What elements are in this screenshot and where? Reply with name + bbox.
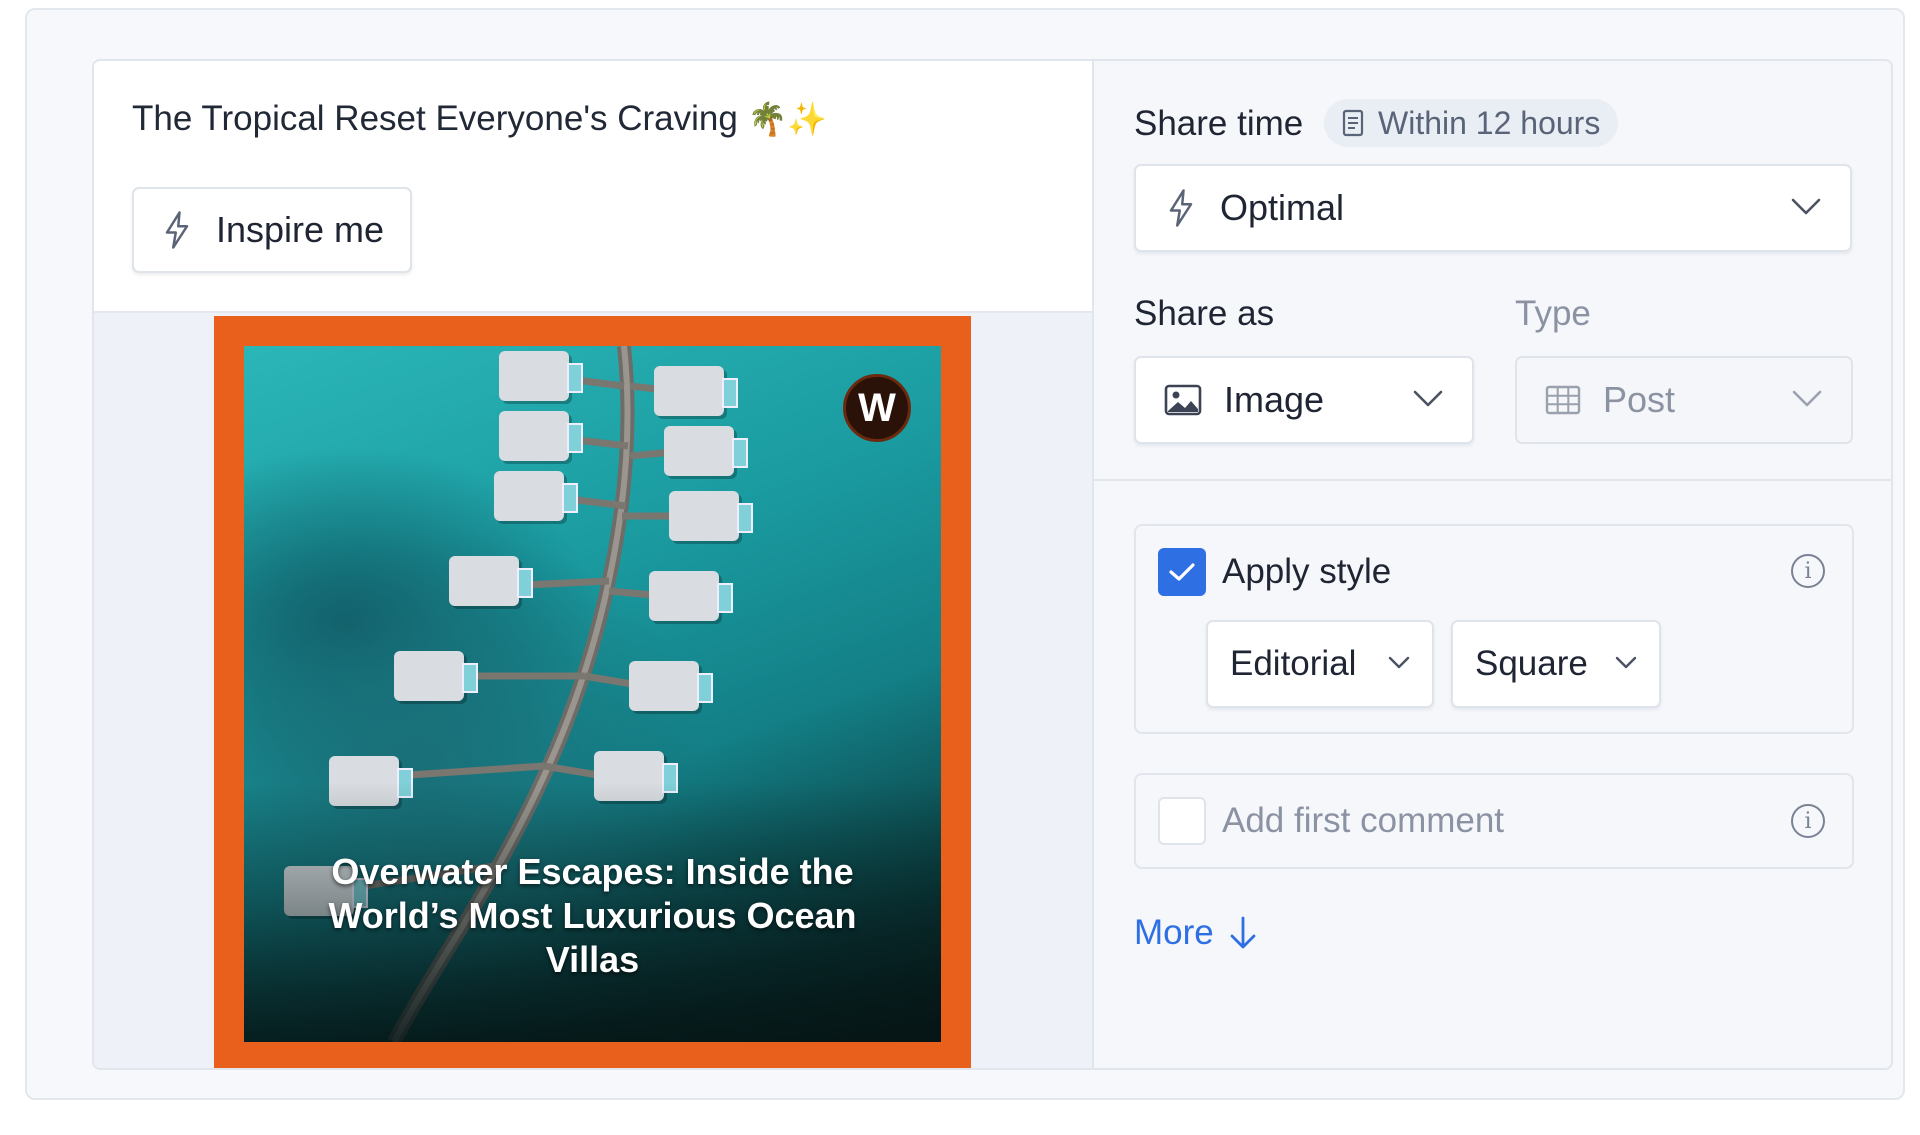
villa	[669, 491, 753, 541]
more-link[interactable]: More	[1134, 913, 1258, 953]
type-select[interactable]: Post	[1515, 356, 1853, 444]
inspire-me-button[interactable]: Inspire me	[132, 187, 412, 273]
format-select[interactable]: Square	[1451, 620, 1661, 708]
settings-panel: Share time Within 12 hours Optimal Share…	[1094, 61, 1891, 1068]
first-comment-checkbox[interactable]	[1158, 797, 1206, 845]
media-image[interactable]: W Overwater Escapes: Inside the World’s …	[244, 346, 941, 1042]
arrow-down-icon	[1230, 916, 1256, 949]
chevron-down-icon	[1388, 656, 1410, 669]
post-text-area[interactable]: The Tropical Reset Everyone's Craving 🌴✨…	[94, 61, 1092, 313]
apply-style-section: Apply style i Editorial Square	[1134, 524, 1854, 734]
villa	[499, 351, 583, 401]
checkmark-icon	[1169, 563, 1195, 581]
chevron-down-icon	[1791, 198, 1821, 215]
post-title: The Tropical Reset Everyone's Craving 🌴✨	[132, 99, 827, 139]
style-value: Editorial	[1230, 644, 1357, 683]
villa	[654, 366, 738, 416]
document-icon	[1342, 109, 1364, 137]
share-time-value: Optimal	[1220, 187, 1345, 228]
villa	[449, 556, 533, 606]
composer-frame: The Tropical Reset Everyone's Craving 🌴✨…	[25, 8, 1905, 1100]
post-title-emoji: 🌴✨	[747, 100, 828, 138]
first-comment-label: Add first comment	[1222, 801, 1505, 840]
villa	[499, 411, 583, 461]
share-time-badge: Within 12 hours	[1324, 99, 1619, 147]
chevron-down-icon	[1792, 390, 1822, 407]
first-comment-section: Add first comment i	[1134, 773, 1854, 869]
bolt-icon	[1169, 189, 1193, 227]
share-settings: Share time Within 12 hours Optimal Share…	[1094, 61, 1891, 481]
share-as-label: Share as	[1134, 294, 1275, 333]
share-time-badge-text: Within 12 hours	[1378, 104, 1601, 141]
inspire-me-label: Inspire me	[216, 209, 385, 250]
post-title-text: The Tropical Reset Everyone's Craving	[132, 99, 738, 138]
apply-style-label: Apply style	[1222, 552, 1392, 591]
publisher-logo: W	[843, 374, 911, 442]
composer-card: The Tropical Reset Everyone's Craving 🌴✨…	[92, 59, 1893, 1070]
style-select[interactable]: Editorial	[1206, 620, 1434, 708]
villa	[494, 471, 578, 521]
media-caption: Overwater Escapes: Inside the World’s Mo…	[328, 851, 857, 980]
share-time-select[interactable]: Optimal	[1134, 164, 1852, 252]
format-value: Square	[1475, 644, 1588, 683]
chevron-down-icon	[1615, 656, 1637, 669]
share-as-select[interactable]: Image	[1134, 356, 1474, 444]
bolt-icon	[165, 211, 189, 249]
more-label: More	[1134, 913, 1214, 952]
share-time-label: Share time	[1134, 104, 1304, 143]
chevron-down-icon	[1413, 390, 1443, 407]
type-label: Type	[1515, 294, 1591, 333]
image-icon	[1164, 384, 1202, 416]
info-icon[interactable]: i	[1791, 554, 1825, 588]
share-as-value: Image	[1224, 379, 1325, 420]
apply-style-checkbox[interactable]	[1158, 548, 1206, 596]
grid-icon	[1545, 385, 1581, 415]
media-frame: W Overwater Escapes: Inside the World’s …	[214, 316, 971, 1068]
villa	[629, 661, 713, 711]
villa	[649, 571, 733, 621]
post-preview-panel: The Tropical Reset Everyone's Craving 🌴✨…	[94, 61, 1094, 1068]
info-icon[interactable]: i	[1791, 804, 1825, 838]
type-value: Post	[1603, 379, 1676, 420]
villa	[394, 651, 478, 701]
villa	[664, 426, 748, 476]
